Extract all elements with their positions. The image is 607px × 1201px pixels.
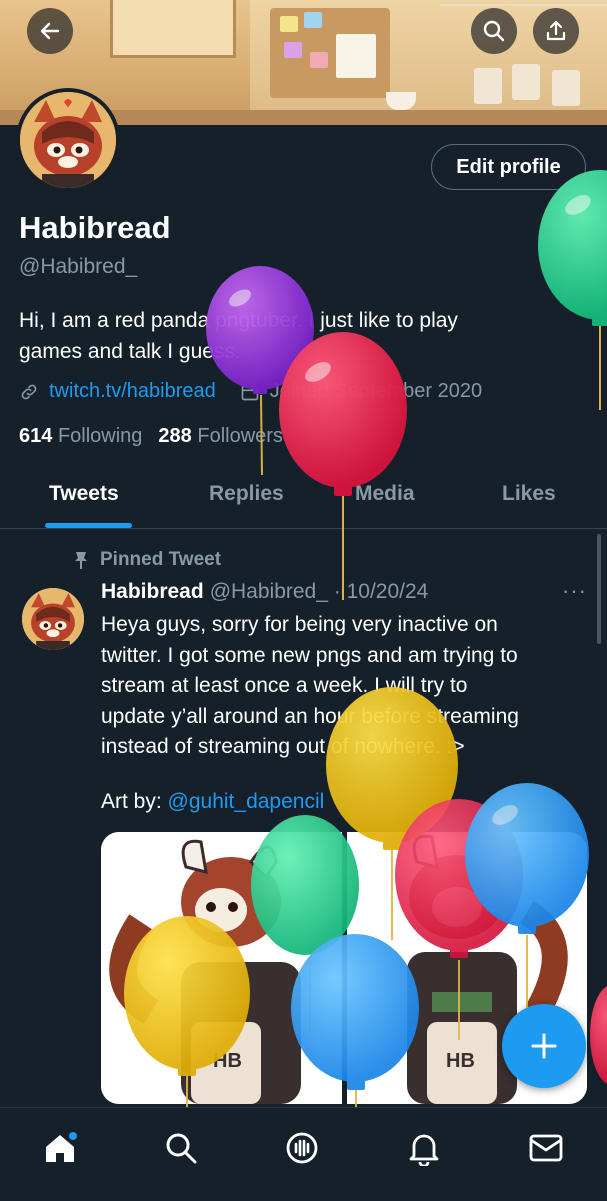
banner-note xyxy=(284,42,302,58)
banner-teacup xyxy=(386,92,416,110)
tab-media[interactable]: Media xyxy=(355,482,415,506)
pinned-text: Pinned Tweet xyxy=(100,549,222,570)
tweet-header: Habibread @Habibred_ · 10/20/24 xyxy=(101,580,428,604)
search-icon xyxy=(483,20,505,42)
tweet-line: twitter. I got some new pngs and am tryi… xyxy=(101,643,518,667)
scrollbar[interactable] xyxy=(597,534,601,644)
art-credit: Art by: @guhit_dapencil xyxy=(101,790,324,814)
red-balloon xyxy=(590,986,607,1084)
tweet-line: stream at least once a week. I will try … xyxy=(101,674,468,697)
following-link[interactable]: 614 Following xyxy=(19,425,142,448)
banner-mug xyxy=(474,68,502,104)
tweet-more-button[interactable]: ··· xyxy=(562,578,587,604)
nav-notifications[interactable] xyxy=(404,1128,444,1168)
pin-icon xyxy=(75,552,87,569)
share-icon xyxy=(546,20,566,41)
follow-stats: 614 Following 288 Followers xyxy=(19,425,283,448)
link-icon xyxy=(21,384,37,399)
following-label: Following xyxy=(57,425,143,447)
tweet-avatar[interactable] xyxy=(22,588,84,650)
share-button[interactable] xyxy=(533,8,579,54)
banner-mug xyxy=(512,64,540,100)
spaces-icon xyxy=(286,1132,318,1164)
bell-icon xyxy=(409,1134,439,1166)
green-balloon xyxy=(538,170,607,410)
active-tab-indicator xyxy=(45,523,132,528)
compose-tweet-button[interactable] xyxy=(502,1004,586,1088)
mail-icon xyxy=(529,1134,563,1162)
media-badge-right: HB xyxy=(446,1050,475,1072)
profile-bio: Hi, I am a red panda pngtuber. I just li… xyxy=(19,305,579,367)
profile-name: Habibread xyxy=(19,210,171,245)
red-panda-avatar-art xyxy=(22,588,84,650)
joined-date: Joined September 2020 xyxy=(269,380,483,402)
search-icon xyxy=(166,1133,197,1164)
profile-tabs: Tweets Replies Media Likes xyxy=(0,468,607,529)
nav-search[interactable] xyxy=(161,1128,201,1168)
red-panda-avatar-art xyxy=(20,92,116,188)
followers-count: 288 xyxy=(158,425,192,447)
art-mention-link[interactable]: @guhit_dapencil xyxy=(168,790,325,813)
calendar-icon xyxy=(241,384,259,400)
tab-replies[interactable]: Replies xyxy=(209,482,284,506)
edit-profile-button[interactable]: Edit profile xyxy=(431,144,586,190)
nav-messages[interactable] xyxy=(526,1128,566,1168)
tab-tweets[interactable]: Tweets xyxy=(49,482,119,506)
nav-home[interactable] xyxy=(40,1128,80,1168)
banner-note xyxy=(280,16,298,32)
followers-label: Followers xyxy=(197,425,283,447)
banner-note xyxy=(304,12,322,28)
bottom-navigation xyxy=(0,1107,607,1201)
profile-avatar[interactable] xyxy=(16,88,120,192)
tweet-line: instead of streaming out of nowhere. :> xyxy=(101,735,465,758)
following-count: 614 xyxy=(19,425,53,447)
media-badge-left: HB xyxy=(213,1050,242,1072)
banner-window xyxy=(110,0,236,58)
tweet-author[interactable]: Habibread xyxy=(101,580,204,604)
banner-dish-rack xyxy=(440,4,607,112)
profile-handle: @Habibred_ xyxy=(19,255,138,278)
art-by-label: Art by: xyxy=(101,790,168,813)
arrow-left-icon xyxy=(40,22,60,40)
banner-mug xyxy=(552,70,580,106)
media-image-left[interactable]: HB xyxy=(101,832,342,1104)
nav-spaces[interactable] xyxy=(282,1128,322,1168)
banner-corkboard xyxy=(270,8,390,98)
tweet-handle-date: @Habibred_ · 10/20/24 xyxy=(209,580,429,603)
pinned-tweet-label: Pinned Tweet xyxy=(72,549,221,571)
red-balloon xyxy=(279,332,407,600)
tweet-text: Heya guys, sorry for being very inactive… xyxy=(101,610,596,763)
back-button[interactable] xyxy=(27,8,73,54)
tab-likes[interactable]: Likes xyxy=(502,482,556,506)
home-icon xyxy=(46,1130,78,1162)
bio-line: Hi, I am a red panda pngtuber. I just li… xyxy=(19,309,458,332)
avatar-image xyxy=(20,92,116,188)
profile-meta: twitch.tv/habibread Joined September 202… xyxy=(19,380,482,403)
followers-link[interactable]: 288 Followers xyxy=(158,425,283,448)
banner-note xyxy=(336,34,376,78)
bio-line: games and talk I guess. xyxy=(19,340,241,363)
tweet-line: update y’all around an hour before strea… xyxy=(101,704,519,728)
banner-note xyxy=(310,52,328,68)
tweet-line: Heya guys, sorry for being very inactive… xyxy=(101,613,498,636)
plus-icon xyxy=(531,1033,557,1059)
profile-link[interactable]: twitch.tv/habibread xyxy=(49,380,216,403)
search-button[interactable] xyxy=(471,8,517,54)
